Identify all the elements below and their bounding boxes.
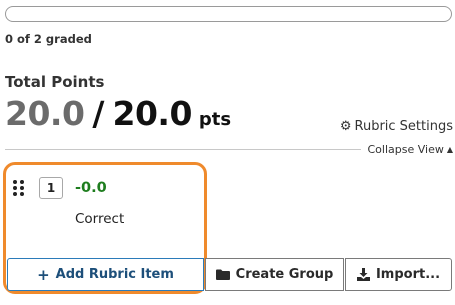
collapse-view-label: Collapse View (367, 143, 444, 156)
points-max: 20.0 (112, 94, 192, 133)
folder-icon (215, 269, 230, 280)
rubric-item-description[interactable]: Correct (75, 211, 124, 227)
download-icon (356, 268, 370, 281)
total-points-value: 20.0 / 20.0 pts (5, 94, 231, 133)
points-separator: / (92, 94, 105, 133)
add-rubric-item-button[interactable]: + Add Rubric Item (7, 258, 204, 291)
total-points-label: Total Points (5, 73, 105, 91)
add-rubric-item-label: Add Rubric Item (55, 267, 174, 282)
import-label: Import... (375, 267, 441, 282)
rubric-settings-label: Rubric Settings (354, 119, 454, 134)
drag-handle-icon[interactable] (13, 180, 25, 196)
create-group-button[interactable]: Create Group (205, 258, 344, 291)
create-group-label: Create Group (235, 267, 334, 282)
points-current: 20.0 (5, 94, 85, 133)
rubric-settings-button[interactable]: ⚙ Rubric Settings (340, 119, 453, 134)
collapse-view-button[interactable]: Collapse View ▲ (361, 143, 453, 156)
rubric-item-points[interactable]: -0.0 (75, 180, 107, 196)
points-unit: pts (198, 109, 232, 130)
rubric-item-key[interactable]: 1 (39, 177, 63, 199)
graded-count-text: 0 of 2 graded (5, 32, 92, 46)
import-button[interactable]: Import... (345, 258, 452, 291)
plus-icon: + (37, 265, 50, 284)
gear-icon: ⚙ (339, 119, 352, 134)
caret-up-icon: ▲ (446, 145, 453, 154)
grading-progress-bar (5, 6, 452, 22)
